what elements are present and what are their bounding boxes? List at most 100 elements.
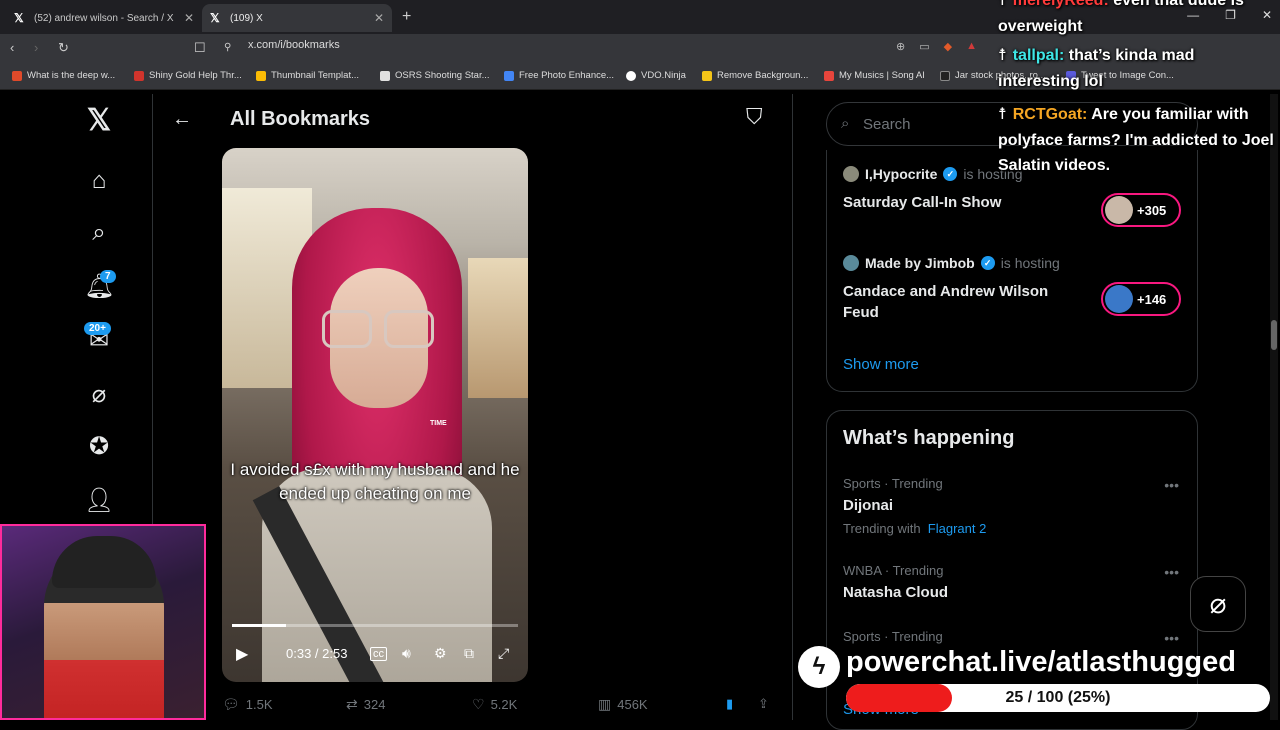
favicon-icon [702,70,712,81]
scroll-thumb[interactable] [1271,320,1277,350]
like-count: 5.2K [490,697,518,712]
reload-icon[interactable]: ↻ [58,40,69,56]
bookmark-filled-icon[interactable]: ▮ [726,696,733,712]
picture-in-picture-icon[interactable]: ⧉ [464,645,474,662]
webcam-cap [52,536,156,588]
repost-button[interactable]: ⇄ 324 [346,696,385,713]
video-player[interactable]: TIME I avoided s£x with my husband and h… [222,148,528,682]
url-field[interactable]: x.com/i/bookmarks [248,39,340,51]
close-icon[interactable]: ✕ [374,11,384,25]
space-host[interactable]: Made by Jimbob ✓ is hosting [843,255,1060,271]
grok-floating-button[interactable]: ⌀ [1190,576,1246,632]
views-chart-icon: ▥ [598,696,612,712]
verified-icon[interactable]: ✪ [84,432,114,462]
back-arrow-icon[interactable]: ← [172,108,192,131]
x-logo-icon[interactable]: 𝕏 [84,106,114,136]
messages-badge: 20+ [84,322,111,335]
chat-message: ☨ RCTGoat: Are you familiar with polyface… [998,102,1280,179]
bookmark-item[interactable]: What is the deep w... [12,70,115,81]
back-icon[interactable]: ‹ [10,40,14,55]
bookmark-item[interactable]: OSRS Shooting Star... [380,70,490,81]
favicon-icon [380,70,390,81]
cast-icon[interactable]: ▭ [919,40,929,53]
verified-badge-icon: ✓ [980,256,995,270]
extension-icons: ⊕ ▭ ◆ ▲ [896,40,977,53]
trend-with: Trending with Flagrant 2 [843,521,987,536]
more-options-icon[interactable]: ••• [1164,477,1179,493]
new-tab-button[interactable]: + [402,8,411,26]
avatar [843,255,859,271]
favicon-icon [626,70,636,81]
video-caption: I avoided s£x with my husband and he end… [230,460,520,503]
bookmark-item[interactable]: Shiny Gold Help Thr... [134,70,242,81]
bookmark-item[interactable]: VDO.Ninja [626,70,686,81]
grok-icon[interactable]: ⌀ [84,380,114,410]
reply-count: 1.5K [245,697,273,712]
reply-button[interactable]: 💬︎ 1.5K [222,696,273,713]
cross-icon: ☨ [998,106,1007,123]
tab-title: (52) andrew wilson - Search / X [34,12,174,24]
video-frame-background [468,258,528,398]
share-icon[interactable]: ⇪ [758,696,769,712]
close-icon[interactable]: ✕ [184,11,194,25]
bookmark-item[interactable]: My Musics | Song AI [824,70,925,81]
space-listeners-button[interactable]: +305 [1101,193,1181,227]
avatar [1105,196,1133,224]
trend-name[interactable]: Natasha Cloud [843,584,948,601]
streamer-webcam [0,524,206,720]
bookmark-item[interactable]: Thumbnail Templat... [256,70,359,81]
video-progress-bar[interactable] [232,624,518,627]
trend-meta: Sports · Trending [843,629,943,644]
site-info-icon[interactable]: ⚲ [224,42,231,53]
views-button[interactable]: ▥ 456K [598,696,648,713]
space-title[interactable]: Saturday Call-In Show [843,192,1083,213]
bookmark-star-icon[interactable]: ☐ [194,40,206,56]
forward-icon[interactable]: › [34,40,38,55]
video-controls: ▶ 0:33 / 2:53 cc 🔊︎ ⚙ ⧉ ⤢ [222,642,528,672]
bookmark-item[interactable]: Remove Backgroun... [702,70,808,81]
listener-count: +146 [1137,291,1167,307]
notifications-badge: 7 [100,270,116,283]
x-sidebar-nav: 𝕏 ⌂ ⌕ 🔔︎ 7 ✉ 20+ ⌀ ✪ 👤︎ [60,94,140,524]
trend-name[interactable]: Dijonai [843,497,893,514]
heart-icon: ♡ [472,696,485,712]
goal-progress-bar: 25 / 100 (25%) [846,684,1270,712]
volume-icon[interactable]: 🔊︎ [402,645,411,662]
listener-count: +305 [1137,202,1167,218]
like-button[interactable]: ♡ 5.2K [472,696,517,713]
shield-icon[interactable]: ◆ [944,40,952,53]
warning-icon[interactable]: ▲ [966,40,977,53]
bookmark-add-icon[interactable]: ⛉ [746,104,763,130]
browser-tab[interactable]: 𝕏 (52) andrew wilson - Search / X ✕ [6,4,202,32]
profile-icon[interactable]: 👤︎ [84,486,114,516]
favicon-icon [940,70,950,81]
whats-happening-card: What’s happening Sports · Trending ••• D… [826,410,1198,730]
zoom-icon[interactable]: ⊕ [896,40,905,53]
home-icon[interactable]: ⌂ [84,166,114,196]
settings-gear-icon[interactable]: ⚙ [434,645,447,662]
show-more-link[interactable]: Show more [843,356,919,373]
trend-link[interactable]: Flagrant 2 [928,521,987,536]
chat-username: RCTGoat: [1012,106,1088,123]
cross-icon: ☨ [998,47,1007,64]
space-title[interactable]: Candace and Andrew Wilson Feud [843,281,1083,323]
space-listeners-button[interactable]: +146 [1101,282,1181,316]
video-time: 0:33 / 2:53 [286,646,348,661]
favicon-icon [12,70,22,81]
favicon-icon [134,70,144,81]
search-icon[interactable]: ⌕ [84,218,114,248]
fullscreen-icon[interactable]: ⤢ [498,645,509,662]
trend-meta: Sports · Trending [843,476,943,491]
powerchat-bolt-icon: ϟ [798,646,840,688]
space-host[interactable]: I,Hypocrite ✓ is hosting [843,166,1023,182]
captions-icon[interactable]: cc [370,647,387,661]
reply-icon: 💬︎ [222,696,240,712]
avatar [1105,285,1133,313]
more-options-icon[interactable]: ••• [1164,564,1179,580]
more-options-icon[interactable]: ••• [1164,630,1179,646]
bookmark-item[interactable]: Free Photo Enhance... [504,70,614,81]
play-icon[interactable]: ▶ [236,644,248,664]
repost-icon: ⇄ [346,696,358,712]
favicon-icon [824,70,834,81]
browser-tab-active[interactable]: 𝕏 (109) X ✕ [202,4,392,32]
